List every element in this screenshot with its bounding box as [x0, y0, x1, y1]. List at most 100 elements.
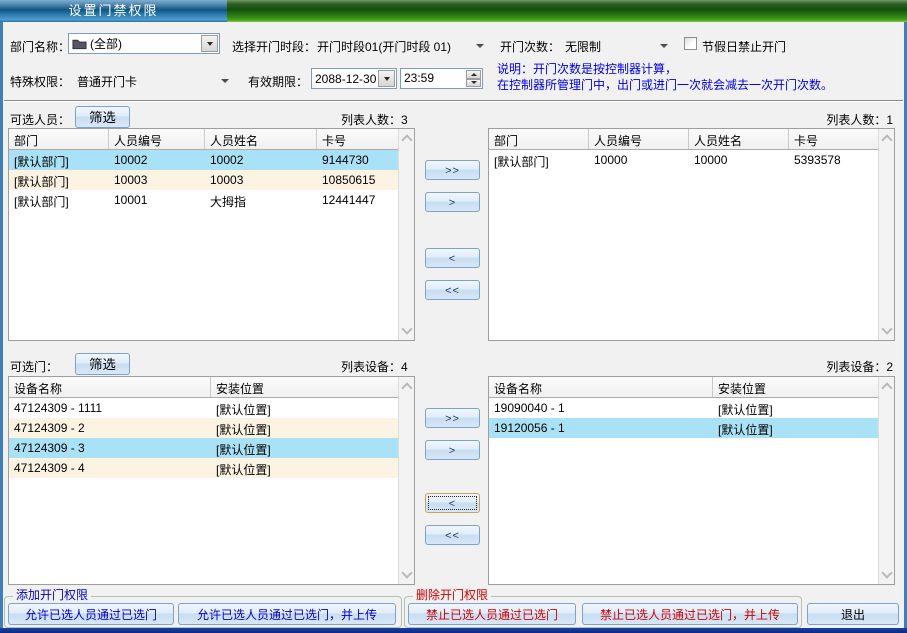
- table-row[interactable]: [默认部门]10002100029144730: [9, 150, 414, 170]
- table-row[interactable]: [默认部门]10001大拇指12441447: [9, 190, 414, 210]
- spin-up-icon[interactable]: [466, 70, 481, 79]
- table-cell: [默认位置]: [211, 438, 401, 458]
- table-header: 设备名称安装位置: [9, 377, 414, 398]
- scroll-down-icon[interactable]: [401, 567, 412, 578]
- validity-date-picker[interactable]: 2088-12-30: [311, 68, 397, 89]
- validity-time-spinner[interactable]: 23:59: [400, 68, 483, 89]
- scroll-down-icon[interactable]: [401, 323, 412, 334]
- table-body: 47124309 - 1111[默认位置]47124309 - 2[默认位置]4…: [9, 398, 414, 478]
- table-row[interactable]: 47124309 - 1111[默认位置]: [9, 398, 414, 418]
- persons-add-one-button[interactable]: >: [425, 192, 480, 212]
- table-row[interactable]: 19090040 - 1[默认位置]: [489, 398, 894, 418]
- table-row[interactable]: 19120056 - 1[默认位置]: [489, 418, 894, 438]
- table-header: 设备名称安装位置: [489, 377, 894, 398]
- scroll-down-icon[interactable]: [881, 323, 892, 334]
- table-header: 部门人员编号人员姓名卡号: [489, 129, 894, 150]
- table-cell: [默认位置]: [713, 398, 881, 418]
- column-header[interactable]: 设备名称: [489, 377, 713, 397]
- persons-add-all-button[interactable]: >>: [425, 160, 480, 180]
- persons-remove-one-button[interactable]: <: [425, 248, 480, 268]
- table-row[interactable]: 47124309 - 3[默认位置]: [9, 438, 414, 458]
- table-cell: [默认位置]: [713, 418, 881, 438]
- table-row[interactable]: 47124309 - 2[默认位置]: [9, 418, 414, 438]
- filter-persons-button[interactable]: 筛选: [75, 106, 130, 128]
- table-cell: [默认位置]: [211, 418, 401, 438]
- table-cell: 大拇指: [205, 190, 317, 210]
- spin-down-icon[interactable]: [466, 79, 481, 88]
- table-body: 19090040 - 1[默认位置]19120056 - 1[默认位置]: [489, 398, 894, 438]
- department-icon: [72, 38, 87, 50]
- deny-selected-upload-button[interactable]: 禁止已选人员通过已选门，并上传: [582, 603, 798, 625]
- column-header[interactable]: 人员姓名: [689, 129, 789, 149]
- validity-date-value: 2088-12-30: [312, 72, 377, 86]
- separator: [4, 100, 903, 102]
- column-header[interactable]: 卡号: [789, 129, 881, 149]
- scroll-up-icon[interactable]: [401, 382, 412, 393]
- column-header[interactable]: 安装位置: [211, 377, 401, 397]
- page-title: 设置门禁权限: [68, 3, 158, 18]
- persons-remove-all-button[interactable]: <<: [425, 280, 480, 300]
- column-header[interactable]: 卡号: [317, 129, 401, 149]
- available-persons-count: 列表人数：3: [341, 111, 408, 128]
- department-select[interactable]: (全部): [68, 33, 220, 54]
- scroll-up-icon[interactable]: [401, 134, 412, 145]
- table-row[interactable]: [默认部门]100031000310850615: [9, 170, 414, 190]
- table-cell: 19120056 - 1: [489, 418, 713, 438]
- title-bar-green: [227, 0, 907, 22]
- table-cell: [默认部门]: [9, 170, 109, 190]
- exit-button[interactable]: 退出: [807, 603, 899, 625]
- deny-selected-button[interactable]: 禁止已选人员通过已选门: [408, 603, 576, 625]
- holiday-forbid-label: 节假日禁止开门: [702, 38, 786, 55]
- validity-label: 有效期限：: [248, 73, 308, 90]
- note-line-1: 说明：开门次数是按控制器计算，: [497, 61, 677, 77]
- column-header[interactable]: 人员姓名: [205, 129, 317, 149]
- table-row[interactable]: 47124309 - 4[默认位置]: [9, 458, 414, 478]
- filter-doors-button[interactable]: 筛选: [75, 353, 130, 375]
- vertical-scrollbar[interactable]: [878, 377, 894, 584]
- add-permission-group-label: 添加开门权限: [13, 588, 91, 602]
- chevron-down-icon[interactable]: [378, 70, 395, 87]
- doors-add-all-button[interactable]: >>: [425, 408, 480, 428]
- table-body: [默认部门]10000100005393578: [489, 150, 894, 170]
- table-cell: 10000: [589, 150, 689, 170]
- selected-persons-table: 部门人员编号人员姓名卡号[默认部门]10000100005393578: [488, 128, 895, 341]
- table-cell: [默认部门]: [489, 150, 589, 170]
- column-header[interactable]: 设备名称: [9, 377, 211, 397]
- doors-remove-all-button[interactable]: <<: [425, 525, 480, 545]
- column-header[interactable]: 安装位置: [713, 377, 881, 397]
- scroll-up-icon[interactable]: [881, 382, 892, 393]
- doors-remove-one-button[interactable]: <: [425, 493, 480, 513]
- table-row[interactable]: [默认部门]10000100005393578: [489, 150, 894, 170]
- column-header[interactable]: 人员编号: [589, 129, 689, 149]
- vertical-scrollbar[interactable]: [398, 377, 414, 584]
- scroll-down-icon[interactable]: [881, 567, 892, 578]
- allow-selected-upload-button[interactable]: 允许已选人员通过已选门，并上传: [178, 603, 396, 625]
- table-cell: 5393578: [789, 150, 881, 170]
- special-permission-select[interactable]: 普通开门卡: [77, 73, 137, 90]
- scroll-up-icon[interactable]: [881, 134, 892, 145]
- column-header[interactable]: 部门: [9, 129, 109, 149]
- holiday-forbid-checkbox[interactable]: [684, 37, 697, 50]
- open-count-label: 开门次数：: [500, 38, 560, 55]
- column-header[interactable]: 人员编号: [109, 129, 205, 149]
- special-permission-label: 特殊权限：: [10, 73, 70, 90]
- department-value: (全部): [87, 35, 200, 52]
- open-count-select[interactable]: 无限制: [565, 38, 601, 55]
- column-header[interactable]: 部门: [489, 129, 589, 149]
- table-cell: 19090040 - 1: [489, 398, 713, 418]
- allow-selected-button[interactable]: 允许已选人员通过已选门: [8, 603, 174, 625]
- chevron-down-icon[interactable]: [660, 44, 668, 48]
- title-tab: 设置门禁权限: [0, 0, 227, 22]
- table-cell: [默认部门]: [9, 150, 109, 170]
- table-cell: [默认位置]: [211, 398, 401, 418]
- table-cell: 10000: [689, 150, 789, 170]
- vertical-scrollbar[interactable]: [398, 129, 414, 340]
- chevron-down-icon[interactable]: [221, 79, 229, 83]
- chevron-down-icon[interactable]: [476, 44, 484, 48]
- vertical-scrollbar[interactable]: [878, 129, 894, 340]
- doors-add-one-button[interactable]: >: [425, 440, 480, 460]
- open-period-select[interactable]: 开门时段01(开门时段 01): [317, 38, 451, 55]
- chevron-down-icon[interactable]: [201, 35, 218, 52]
- access-permission-dialog: 设置门禁权限 部门名称： (全部) 选择开门时段： 开门时段01(开门时段 01…: [0, 0, 907, 633]
- table-cell: 47124309 - 4: [9, 458, 211, 478]
